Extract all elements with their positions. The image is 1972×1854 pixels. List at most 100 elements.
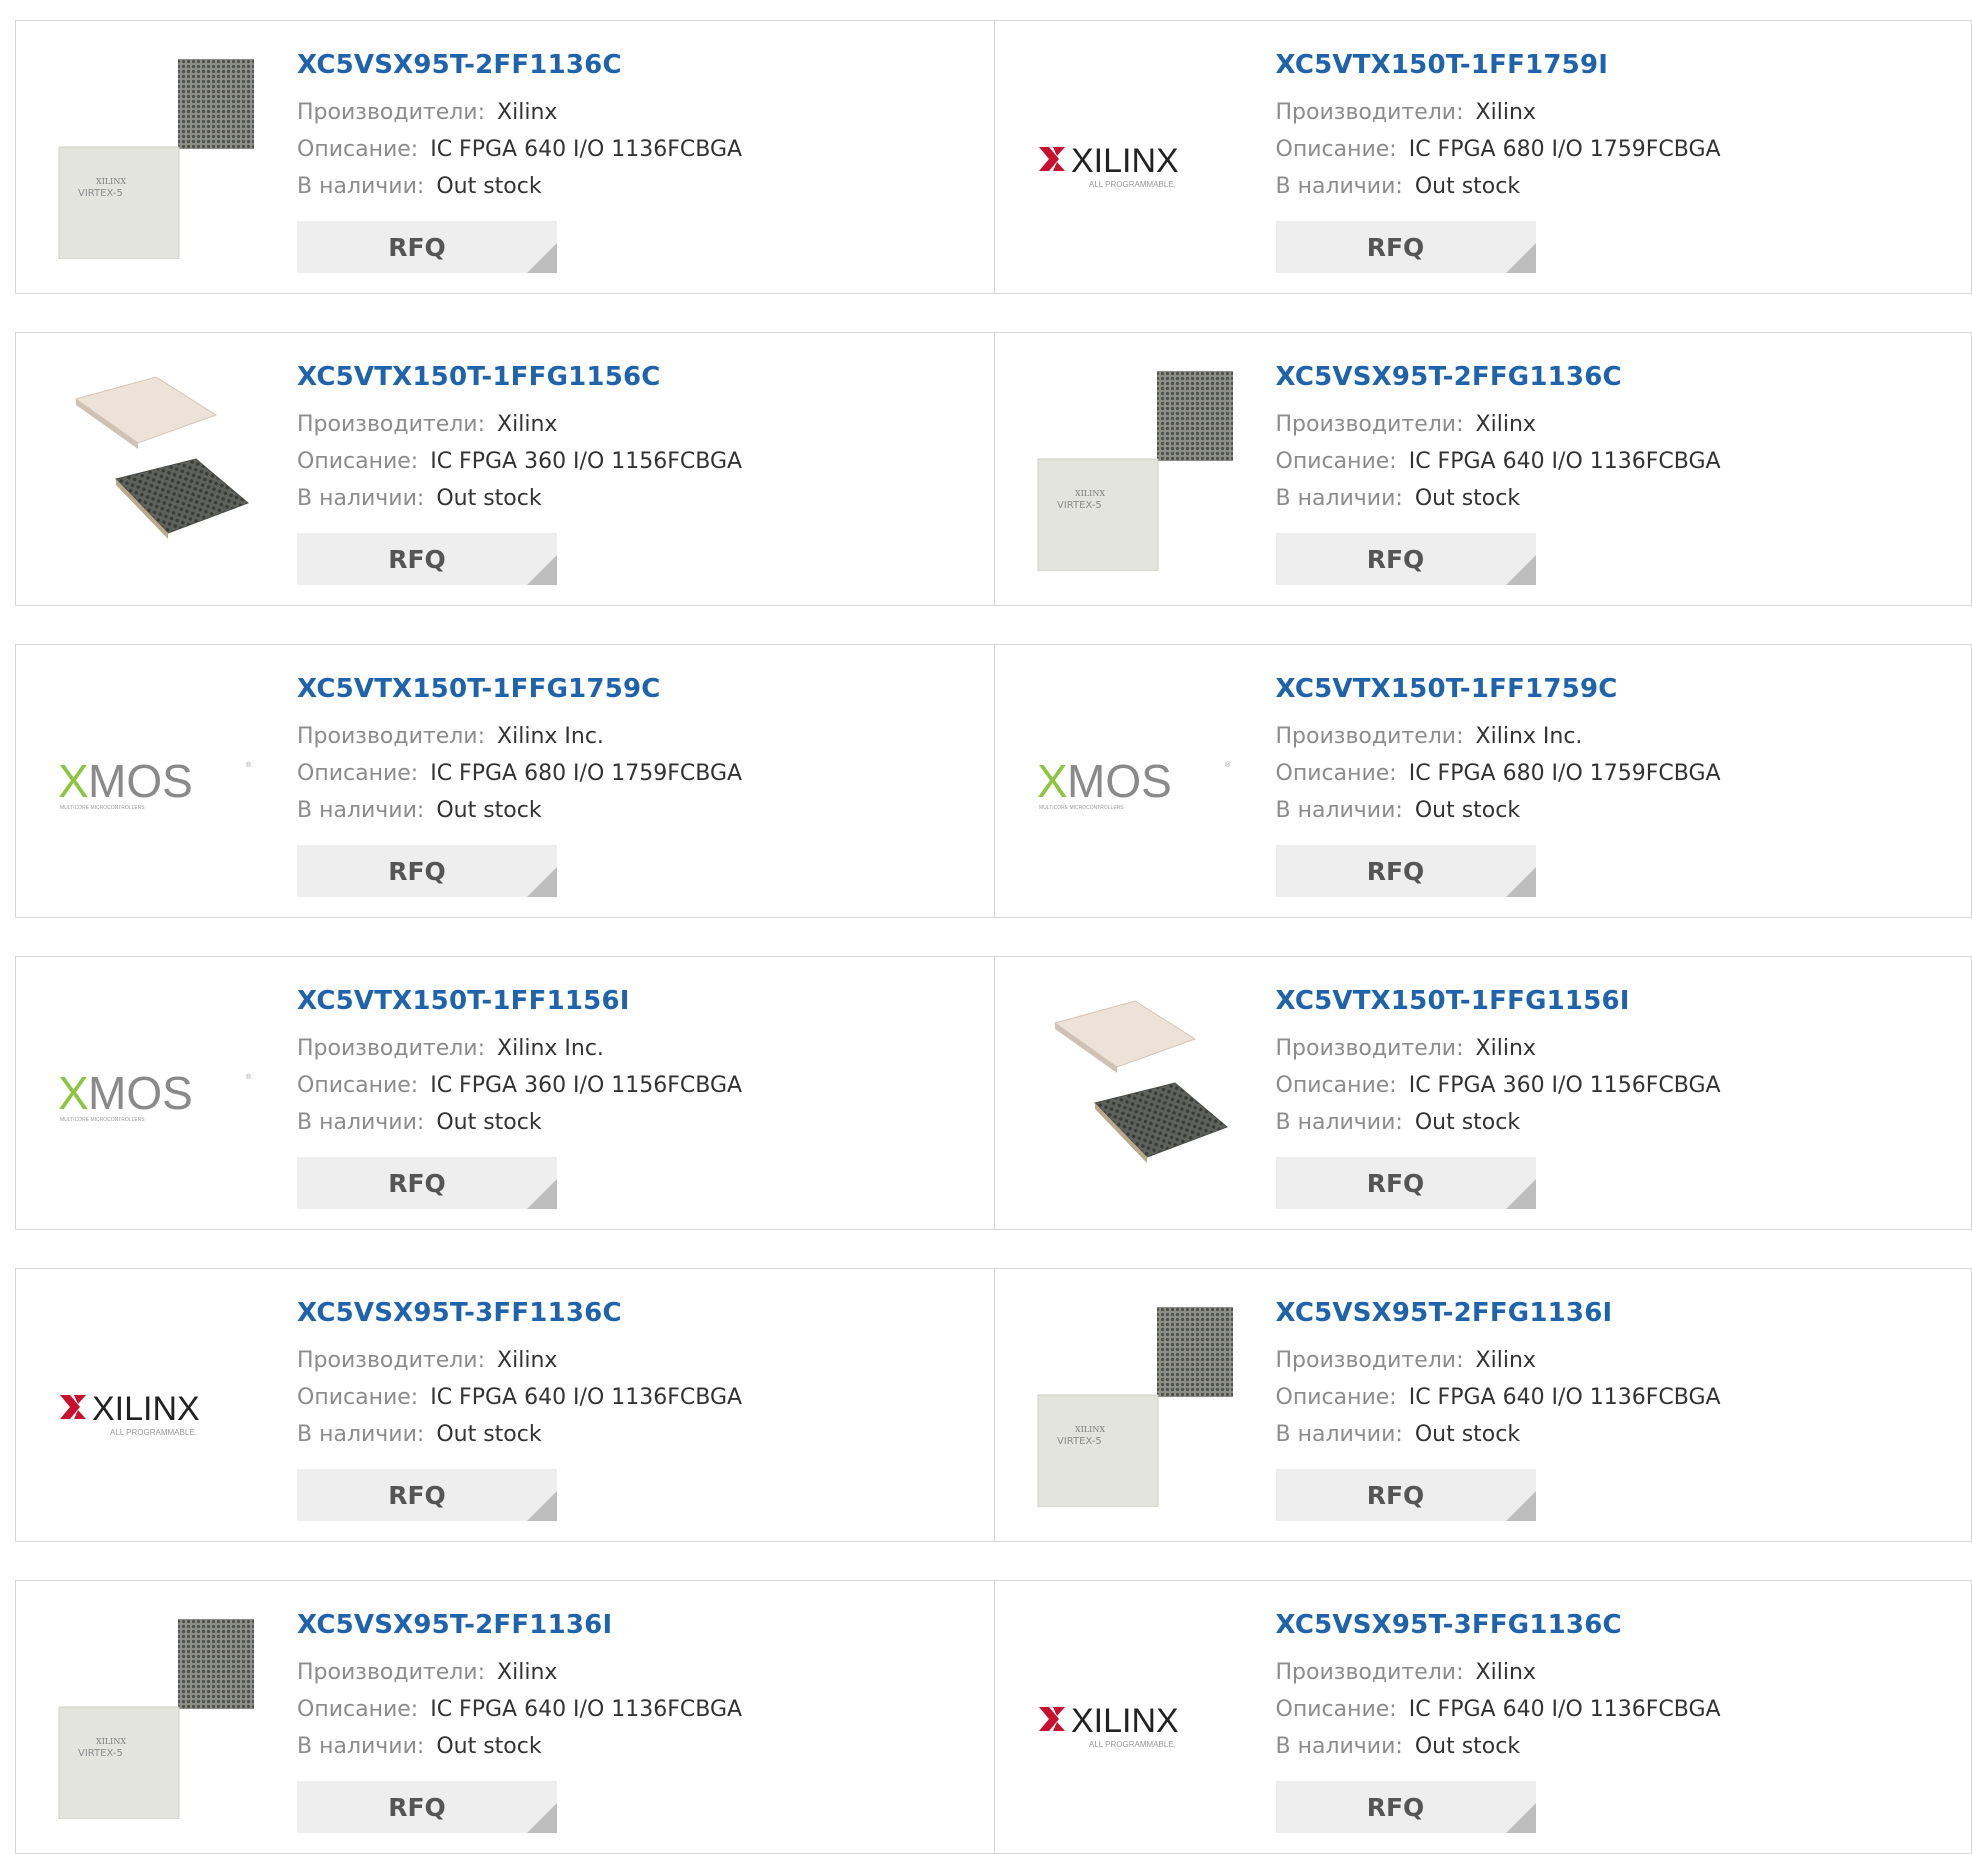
rfq-button[interactable]: RFQ [297,221,557,273]
rfq-button[interactable]: RFQ [297,1469,557,1521]
part-number-link[interactable]: XC5VSX95T-3FF1136C [297,1298,977,1328]
rfq-button[interactable]: RFQ [297,1157,557,1209]
part-number-link[interactable]: XC5VSX95T-2FFG1136C [1276,362,1956,392]
xilinx-tagline-text: ALL PROGRAMMABLE. [1089,1740,1176,1749]
rfq-button-label: RFQ [1366,1168,1425,1198]
product-thumbnail[interactable]: XILINX VIRTEX-5 [56,1619,256,1819]
xmos-logo-image: X MOS ® MULTICORE MICROCONTROLLERS [58,1067,252,1123]
rfq-button[interactable]: RFQ [1275,1781,1536,1833]
product-info: XC5VTX150T-1FF1156I Производители: Xilinx… [297,986,977,1141]
product-card: XILINX ALL PROGRAMMABLE. XC5VSX95T-3FFG1… [993,1581,1972,1853]
virtex-chip-image: XILINX VIRTEX-5 [1037,1307,1233,1507]
manufacturer-value: Xilinx [497,1660,558,1685]
availability-label: В наличии: [297,1422,425,1447]
rfq-button[interactable]: RFQ [297,533,557,585]
xmos-tagline-text: MULTICORE MICROCONTROLLERS [60,1117,145,1123]
product-thumbnail[interactable]: X MOS ® MULTICORE MICROCONTROLLERS [56,995,256,1195]
part-number-link[interactable]: XC5VTX150T-1FFG1759C [297,674,977,704]
xmos-x-letter: X [58,1067,89,1119]
manufacturer-row: Производители: Xilinx [297,406,977,443]
part-number-link[interactable]: XC5VTX150T-1FF1759I [1276,50,1956,80]
product-thumbnail[interactable]: XILINX VIRTEX-5 [56,59,256,259]
part-number-link[interactable]: XC5VTX150T-1FFG1156I [1276,986,1956,1016]
product-card: X MOS ® MULTICORE MICROCONTROLLERS XC5VT… [16,645,994,917]
availability-value: Out stock [1414,798,1521,823]
part-number-link[interactable]: XC5VTX150T-1FF1759C [1276,674,1956,704]
manufacturer-label: Производители: [1275,412,1464,437]
availability-row: В наличии: Out stock [297,480,977,517]
manufacturer-value: Xilinx [497,1348,558,1373]
rfq-button[interactable]: RFQ [1275,1469,1536,1521]
description-row: Описание: IC FPGA 360 I/O 1156FCBGA [297,1067,977,1104]
product-thumbnail[interactable] [56,371,256,571]
chip-lid [58,146,180,259]
manufacturer-value: Xilinx [1475,100,1536,125]
product-card: X MOS ® MULTICORE MICROCONTROLLERS XC5VT… [16,957,994,1229]
product-thumbnail[interactable] [1035,995,1235,1195]
product-thumbnail[interactable]: XILINX ALL PROGRAMMABLE. [1035,1619,1235,1819]
product-info: XC5VSX95T-2FFG1136C Производители: Xilinx… [1276,362,1956,517]
manufacturer-label: Производители: [297,1036,486,1061]
xilinx-x-mark [1038,147,1065,171]
description-label: Описание: [297,1697,419,1722]
rfq-button-label: RFQ [1366,232,1425,262]
availability-row: В наличии: Out stock [1276,1728,1956,1765]
product-thumbnail[interactable]: XILINX ALL PROGRAMMABLE. [1035,59,1235,259]
product-info: XC5VSX95T-2FF1136C Производители: Xilinx … [297,50,977,205]
rfq-button[interactable]: RFQ [297,1781,557,1833]
chip-lid [58,1706,180,1819]
part-number-link[interactable]: XC5VSX95T-2FF1136C [297,50,977,80]
product-thumbnail[interactable]: X MOS ® MULTICORE MICROCONTROLLERS [56,683,256,883]
product-info: XC5VTX150T-1FFG1156I Производители: Xilin… [1276,986,1956,1141]
availability-row: В наличии: Out stock [1276,1416,1956,1453]
product-thumbnail[interactable]: X MOS ® MULTICORE MICROCONTROLLERS [1035,683,1235,883]
description-row: Описание: IC FPGA 640 I/O 1136FCBGA [1276,1379,1956,1416]
virtex-name-text: VIRTEX-5 [78,188,123,199]
part-number-link[interactable]: XC5VSX95T-3FFG1136C [1276,1610,1956,1640]
availability-value: Out stock [1414,174,1521,199]
part-number-link[interactable]: XC5VSX95T-2FFG1136I [1276,1298,1956,1328]
description-value: IC FPGA 360 I/O 1156FCBGA [1408,1073,1721,1098]
rfq-button-label: RFQ [388,544,446,574]
availability-row: В наличии: Out stock [1276,792,1956,829]
description-label: Описание: [1275,1697,1397,1722]
availability-row: В наличии: Out stock [297,792,977,829]
rfq-button[interactable]: RFQ [1275,221,1536,273]
bga-ball-grid [1093,1082,1228,1158]
product-card: XILINX VIRTEX-5 XC5VSX95T-2FF1136C Произ… [16,21,994,293]
product-card: XILINX VIRTEX-5 XC5VSX95T-2FFG1136C Прои… [993,333,1972,605]
xilinx-x-mark [1038,1707,1065,1731]
description-value: IC FPGA 360 I/O 1156FCBGA [430,449,743,474]
availability-row: В наличии: Out stock [1276,168,1956,205]
availability-label: В наличии: [1275,1422,1403,1447]
virtex-name-text: VIRTEX-5 [1057,500,1102,511]
availability-row: В наличии: Out stock [297,1728,977,1765]
manufacturer-row: Производители: Xilinx [297,1654,977,1691]
rfq-button[interactable]: RFQ [1275,533,1536,585]
manufacturer-value: Xilinx Inc. [1475,724,1583,749]
description-label: Описание: [1275,1385,1397,1410]
manufacturer-label: Производители: [1275,724,1464,749]
product-thumbnail[interactable]: XILINX VIRTEX-5 [1035,1307,1235,1507]
part-number-link[interactable]: XC5VTX150T-1FF1156I [297,986,977,1016]
part-number-link[interactable]: XC5VTX150T-1FFG1156C [297,362,977,392]
availability-row: В наличии: Out stock [297,1416,977,1453]
product-card: XILINX VIRTEX-5 XC5VSX95T-2FFG1136I Прои… [993,1269,1972,1541]
rfq-button[interactable]: RFQ [1275,845,1536,897]
rfq-button[interactable]: RFQ [1275,1157,1536,1209]
virtex-chip-image: XILINX VIRTEX-5 [58,1619,254,1819]
rfq-button[interactable]: RFQ [297,845,557,897]
manufacturer-row: Производители: Xilinx [1276,406,1956,443]
product-thumbnail[interactable]: XILINX VIRTEX-5 [1035,371,1235,571]
part-number-link[interactable]: XC5VSX95T-2FF1136I [297,1610,977,1640]
xilinx-logo-image: XILINX ALL PROGRAMMABLE. [60,1390,200,1437]
description-row: Описание: IC FPGA 640 I/O 1136FCBGA [297,1691,977,1728]
product-thumbnail[interactable]: XILINX ALL PROGRAMMABLE. [56,1307,256,1507]
product-card: XC5VTX150T-1FFG1156C Производители: Xilin… [16,333,994,605]
description-value: IC FPGA 360 I/O 1156FCBGA [430,1073,743,1098]
xilinx-tagline-text: ALL PROGRAMMABLE. [1089,180,1176,189]
product-row: XILINX VIRTEX-5 XC5VSX95T-2FF1136I Произ… [15,1580,1972,1854]
virtex-brand-text: XILINX [96,177,126,186]
xmos-logo-text: MOS [88,1067,193,1119]
description-row: Описание: IC FPGA 640 I/O 1136FCBGA [1276,443,1956,480]
